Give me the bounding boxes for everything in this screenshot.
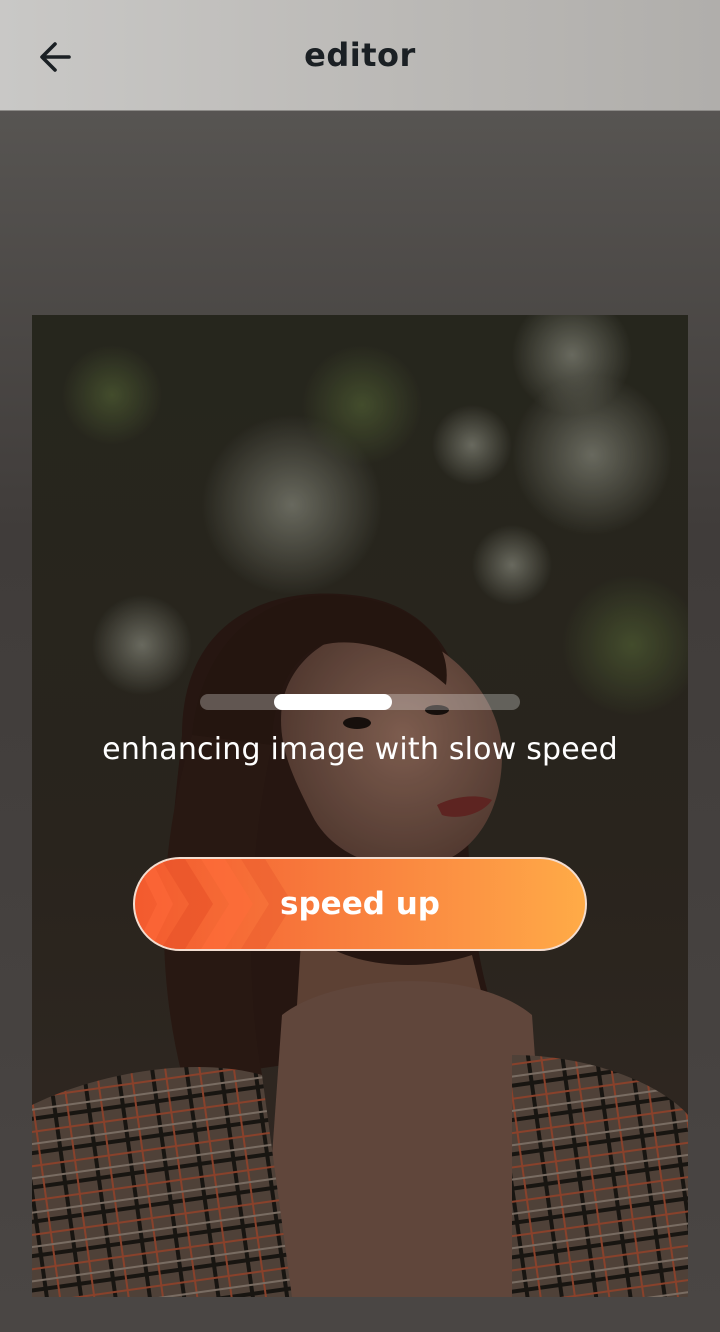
progress-fill xyxy=(273,694,392,710)
speed-up-button[interactable]: speed up xyxy=(133,857,587,951)
back-button[interactable] xyxy=(28,30,82,84)
page-title: editor xyxy=(304,36,416,74)
status-text: enhancing image with slow speed xyxy=(102,732,618,767)
progress-bar xyxy=(200,694,520,710)
speed-up-label: speed up xyxy=(280,886,440,922)
app-header: editor xyxy=(0,0,720,111)
preview-image xyxy=(32,315,688,1297)
arrow-left-icon xyxy=(40,42,71,72)
